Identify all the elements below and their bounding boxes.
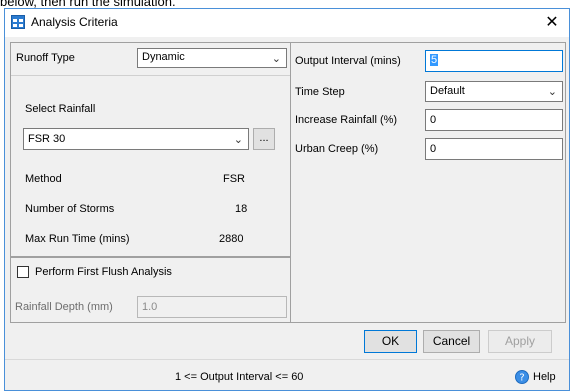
chevron-down-icon: ⌄	[547, 86, 557, 98]
cancel-button[interactable]: Cancel	[423, 330, 480, 353]
urban-creep-input[interactable]: 0	[425, 138, 563, 160]
method-value: FSR	[223, 173, 245, 185]
runoff-type-select[interactable]: Dynamic ⌄	[137, 48, 287, 68]
first-flush-panel: Perform First Flush Analysis Rainfall De…	[10, 257, 291, 323]
runoff-type-label: Runoff Type	[16, 52, 75, 64]
urban-creep-label: Urban Creep (%)	[295, 143, 379, 155]
rainfall-panel: Runoff Type Dynamic ⌄ Select Rainfall FS…	[10, 42, 291, 257]
browse-rainfall-button[interactable]: ...	[253, 128, 275, 150]
analysis-criteria-dialog: Analysis Criteria ✕ Runoff Type Dynamic …	[4, 8, 570, 391]
ok-button[interactable]: OK	[364, 330, 417, 353]
increase-rainfall-input[interactable]: 0	[425, 109, 563, 131]
chevron-down-icon: ⌄	[233, 134, 243, 146]
output-interval-label: Output Interval (mins)	[295, 55, 401, 67]
rainfall-depth-field[interactable]: 1.0	[137, 296, 287, 318]
close-button[interactable]: ✕	[537, 11, 567, 35]
dialog-title: Analysis Criteria	[31, 15, 118, 29]
help-label: Help	[533, 371, 556, 383]
increase-rainfall-label: Increase Rainfall (%)	[295, 114, 398, 126]
storms-label: Number of Storms	[25, 203, 115, 215]
svg-text:?: ?	[519, 373, 524, 384]
help-icon: ?	[515, 370, 529, 384]
output-interval-input[interactable]: 5	[425, 50, 563, 72]
chevron-down-icon: ⌄	[271, 53, 281, 65]
increase-rainfall-value: 0	[430, 114, 437, 126]
table-icon	[11, 15, 25, 29]
urban-creep-value: 0	[430, 143, 437, 155]
rainfall-depth-value: 1.0	[142, 301, 158, 313]
storms-value: 18	[235, 203, 248, 215]
first-flush-checkbox[interactable]	[17, 266, 29, 278]
rainfall-depth-label: Rainfall Depth (mm)	[15, 301, 113, 313]
time-step-select[interactable]: Default ⌄	[425, 81, 563, 102]
title-bar: Analysis Criteria ✕	[5, 9, 569, 37]
max-run-label: Max Run Time (mins)	[25, 233, 130, 245]
max-run-value: 2880	[219, 233, 244, 245]
rainfall-select[interactable]: FSR 30 ⌄	[23, 128, 249, 150]
status-hint: 1 <= Output Interval <= 60	[175, 371, 304, 383]
time-step-label: Time Step	[295, 86, 345, 98]
output-interval-value: 5	[430, 54, 439, 66]
rainfall-value: FSR 30	[28, 133, 66, 145]
simulation-panel: Output Interval (mins) 5 Time Step Defau…	[290, 42, 566, 323]
divider	[11, 75, 290, 76]
time-step-value: Default	[430, 85, 465, 97]
method-label: Method	[25, 173, 62, 185]
runoff-type-value: Dynamic	[142, 51, 185, 63]
status-divider	[5, 359, 569, 360]
first-flush-label: Perform First Flush Analysis	[35, 266, 172, 278]
select-rainfall-label: Select Rainfall	[25, 103, 96, 115]
apply-button[interactable]: Apply	[488, 330, 552, 353]
